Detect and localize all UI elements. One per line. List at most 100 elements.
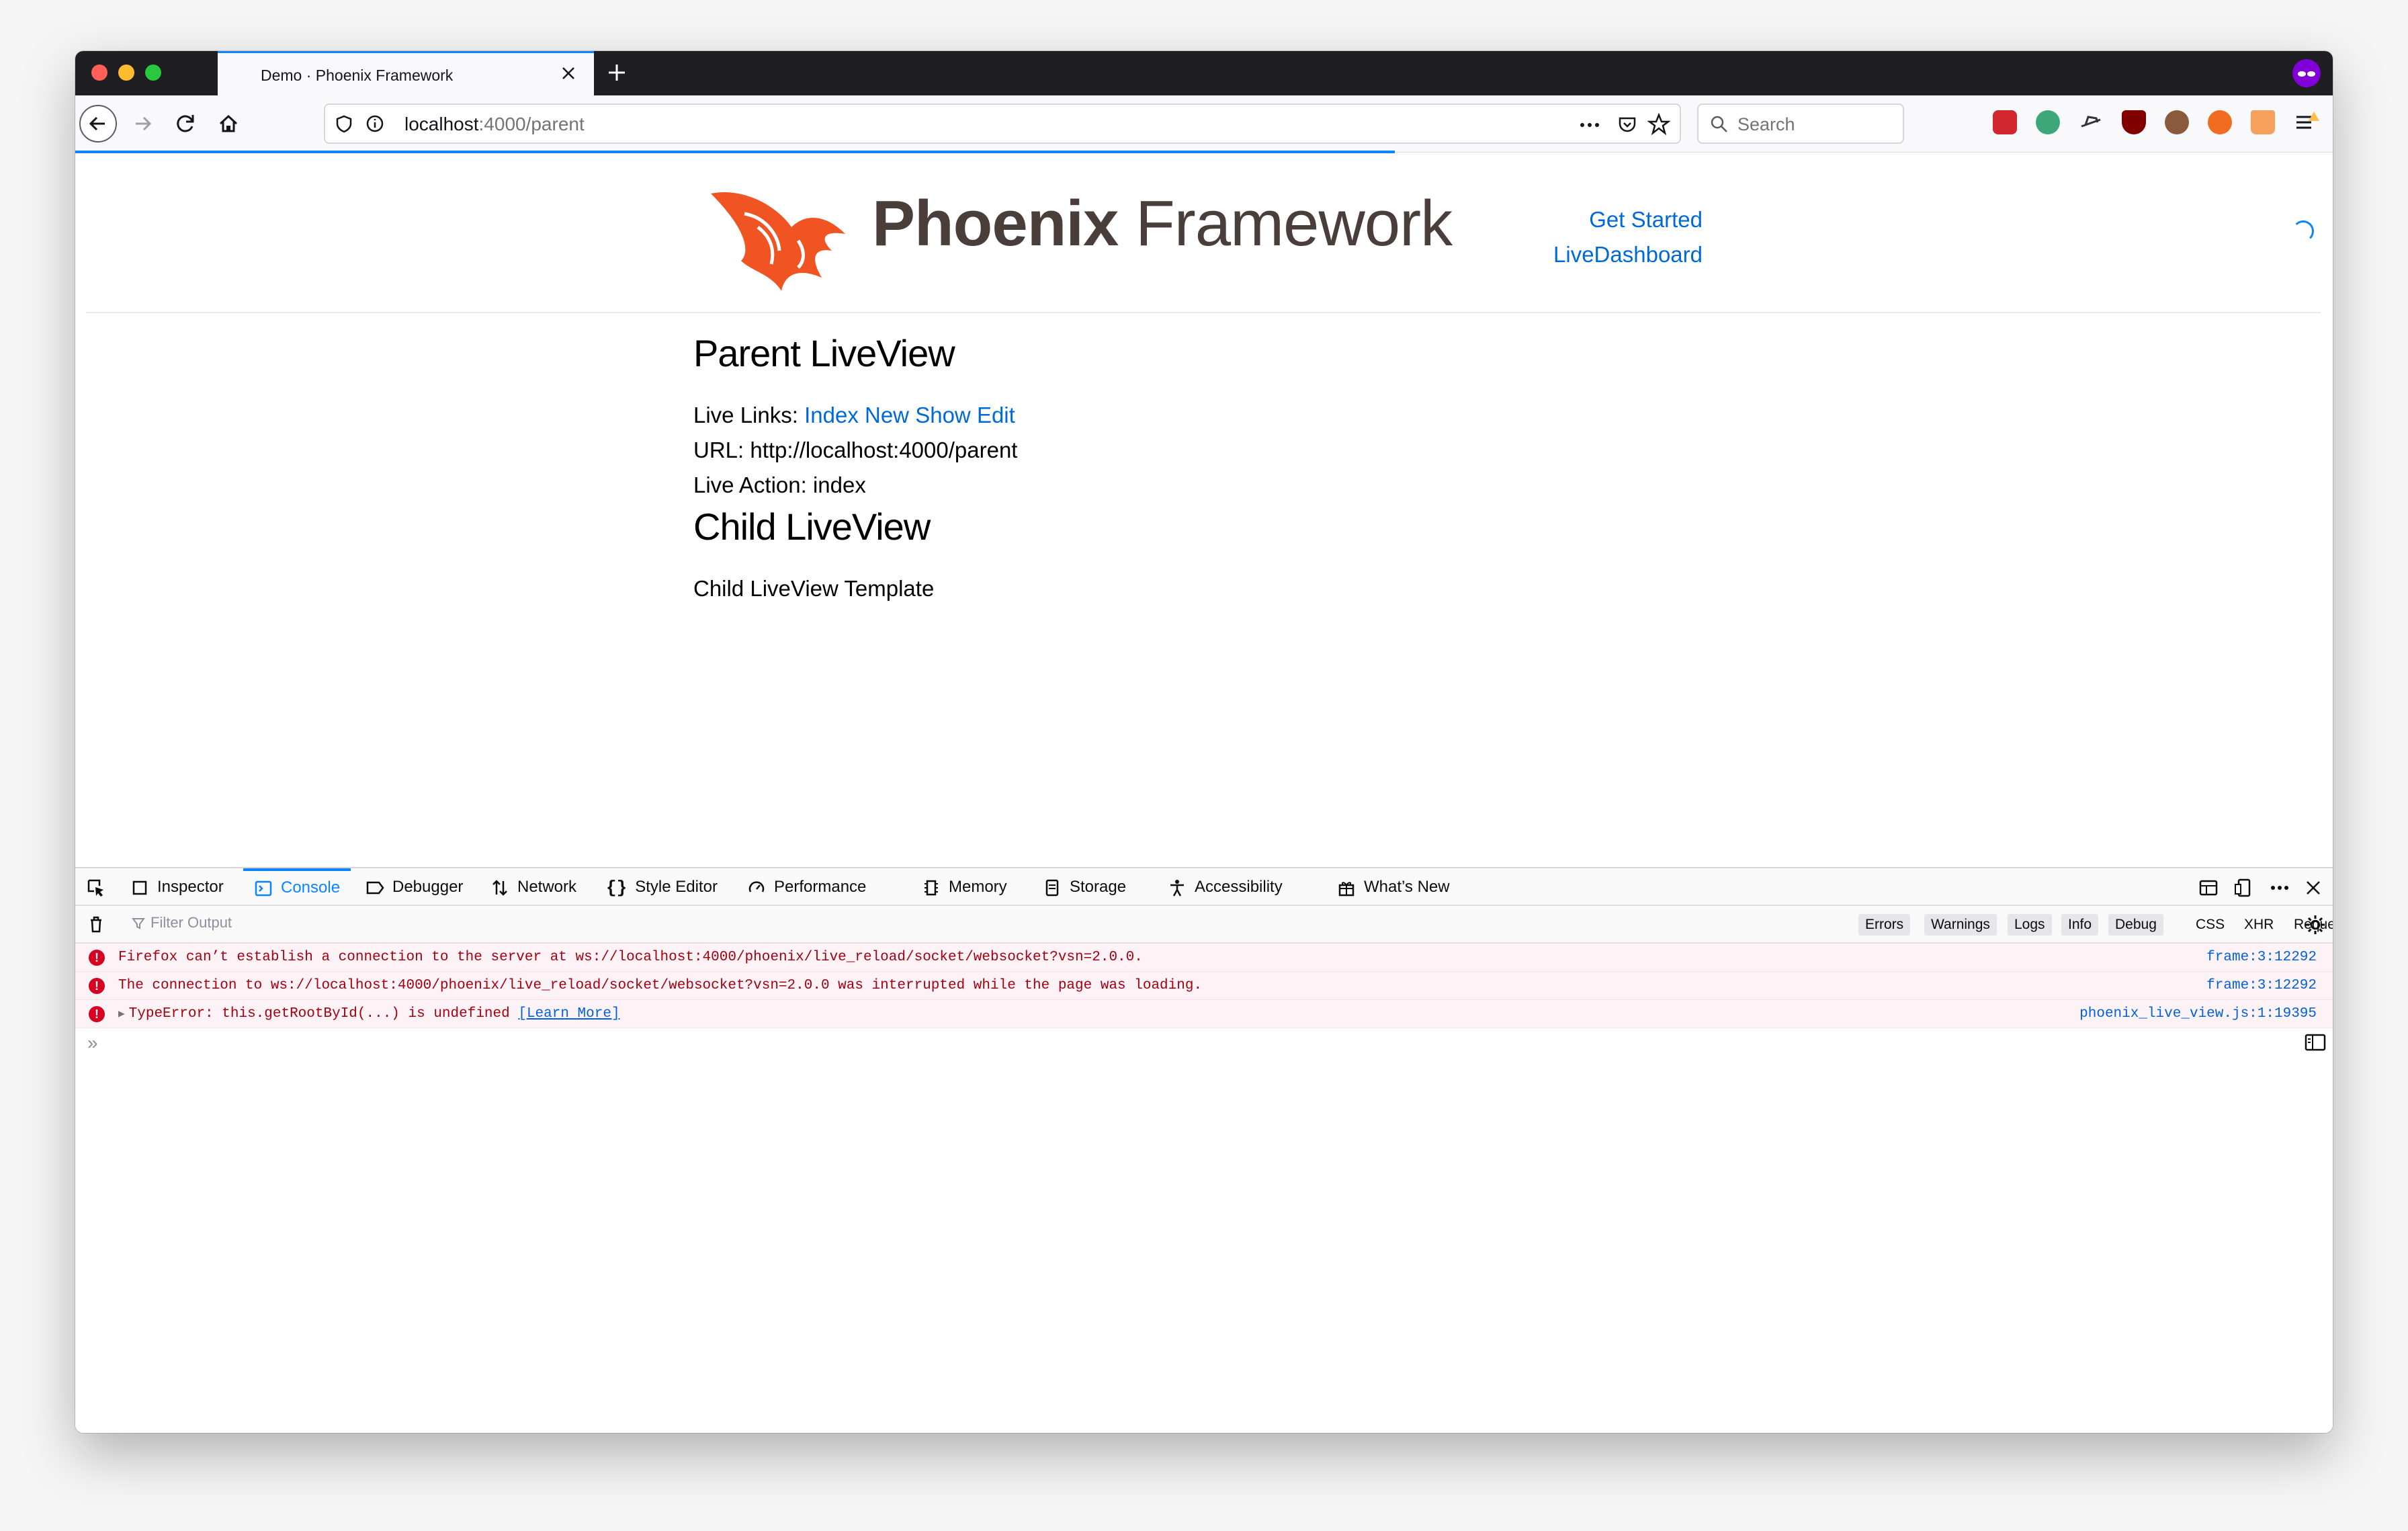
extension-cookie-icon[interactable] — [2165, 110, 2189, 134]
live-action-line: Live Action: index — [693, 472, 866, 497]
zoom-window-button[interactable] — [145, 65, 161, 81]
console-filter-bar: Filter Output Errors Warnings Logs Info … — [75, 906, 2333, 944]
pocket-icon[interactable] — [1617, 114, 1638, 136]
message-source-link[interactable]: phoenix_live_view.js:1:19395 — [2079, 1006, 2317, 1022]
learn-more-link[interactable]: [Learn More] — [518, 1006, 619, 1022]
console-input-prompt[interactable]: » — [87, 1032, 98, 1054]
message-source-link[interactable]: frame:3:12292 — [2206, 950, 2317, 965]
network-icon — [492, 879, 507, 896]
live-links-line: Live Links: Index New Show Edit — [693, 398, 1768, 433]
tracking-shield-icon[interactable] — [335, 114, 353, 133]
tab-style-editor[interactable]: {} Style Editor — [606, 868, 718, 906]
extension-duckduckgo-icon[interactable] — [2208, 110, 2232, 134]
braces-icon: {} — [606, 877, 628, 898]
tab-whats-new[interactable]: What’s New — [1337, 868, 1450, 906]
main-content: Parent LiveView Live Links: Index New Sh… — [693, 329, 1768, 606]
get-started-link[interactable]: Get Started — [1589, 207, 1703, 233]
filter-debug-button[interactable]: Debug — [2108, 914, 2163, 936]
extension-green-icon[interactable] — [2036, 110, 2060, 134]
debugger-icon — [366, 881, 384, 894]
edit-link[interactable]: Edit — [977, 403, 1015, 427]
search-icon — [1711, 116, 1727, 132]
element-picker-icon[interactable] — [86, 878, 106, 898]
extension-lastpass-icon[interactable] — [1993, 110, 2017, 134]
tab-label: Inspector — [157, 878, 224, 896]
filter-css-button[interactable]: CSS — [2196, 914, 2225, 936]
filter-output-input[interactable]: Filter Output — [132, 914, 232, 932]
tab-label: What’s New — [1364, 878, 1450, 896]
error-icon: ! — [89, 978, 105, 994]
child-template-text: Child LiveView Template — [693, 576, 935, 601]
message-source-link[interactable]: frame:3:12292 — [2206, 978, 2317, 993]
tab-label: Style Editor — [635, 878, 718, 896]
filter-warnings-button[interactable]: Warnings — [1924, 914, 1997, 936]
reload-icon — [177, 115, 194, 132]
console-error-message[interactable]: ! ▶ TypeError: this.getRootById(...) is u… — [75, 1000, 2333, 1028]
tab-storage[interactable]: Storage — [1043, 868, 1126, 906]
split-console-icon[interactable] — [2198, 878, 2219, 898]
new-tab-icon[interactable] — [606, 62, 628, 83]
url-text[interactable]: localhost:4000/parent — [404, 114, 585, 135]
tab-network[interactable]: Network — [490, 868, 576, 906]
close-window-button[interactable] — [91, 65, 108, 81]
app-menu-icon[interactable] — [2294, 110, 2321, 134]
tab-memory[interactable]: Memory — [922, 868, 1007, 906]
storage-icon — [1045, 879, 1059, 896]
close-tab-icon[interactable] — [559, 64, 578, 83]
extension-ublock-icon[interactable] — [2122, 110, 2146, 134]
child-liveview-heading: Child LiveView — [693, 505, 931, 548]
tab-label: Memory — [949, 878, 1007, 896]
browser-tab[interactable]: Demo · Phoenix Framework — [218, 51, 594, 95]
more-options-icon[interactable] — [2270, 878, 2290, 898]
message-text: Firefox can’t establish a connection to … — [118, 950, 1143, 965]
console-error-message[interactable]: ! Firefox can’t establish a connection t… — [75, 944, 2333, 972]
message-text: ▶ TypeError: this.getRootById(...) is und… — [118, 1006, 620, 1022]
tab-debugger[interactable]: Debugger — [366, 868, 463, 906]
index-link[interactable]: Index — [804, 403, 859, 427]
filter-errors-button[interactable]: Errors — [1858, 914, 1911, 936]
console-error-message[interactable]: ! The connection to ws://localhost:4000/… — [75, 972, 2333, 1000]
parent-liveview-heading: Parent LiveView — [693, 332, 955, 374]
url-bar[interactable]: localhost:4000/parent — [324, 104, 1681, 144]
expand-triangle-icon[interactable]: ▶ — [118, 1008, 125, 1020]
new-link[interactable]: New — [865, 403, 909, 427]
page-actions-icon[interactable] — [1578, 116, 1602, 134]
filter-logs-button[interactable]: Logs — [2008, 914, 2052, 936]
tab-inspector[interactable]: Inspector — [130, 868, 224, 906]
error-icon: ! — [89, 1006, 105, 1022]
error-icon: ! — [89, 950, 105, 966]
back-arrow-icon — [89, 116, 105, 131]
phoenix-logo-icon — [711, 192, 845, 291]
home-button[interactable] — [210, 105, 247, 142]
site-info-icon[interactable] — [366, 114, 384, 133]
back-button[interactable] — [79, 105, 117, 142]
url-host: localhost — [404, 114, 479, 134]
reload-button[interactable] — [167, 105, 204, 142]
close-devtools-icon[interactable] — [2303, 878, 2323, 898]
browser-window: Demo · Phoenix Framework localhost:4000/… — [75, 51, 2333, 1433]
extension-hat-icon[interactable] — [2079, 110, 2103, 134]
forward-button[interactable] — [124, 105, 161, 142]
responsive-design-icon[interactable] — [2233, 878, 2253, 898]
filter-xhr-button[interactable]: XHR — [2244, 914, 2274, 936]
gift-icon — [1338, 881, 1354, 896]
minimize-window-button[interactable] — [118, 65, 134, 81]
console-settings-gear-icon[interactable] — [2305, 914, 2326, 936]
devtools-toolbar: Inspector Console Debugger Network {} Sty… — [75, 867, 2333, 906]
show-link[interactable]: Show — [915, 403, 971, 427]
editor-mode-toggle-icon[interactable] — [2305, 1034, 2326, 1051]
livedashboard-link[interactable]: LiveDashboard — [1553, 242, 1703, 267]
search-bar[interactable]: Search — [1697, 104, 1904, 144]
clear-console-trash-icon[interactable] — [86, 914, 106, 934]
filter-info-button[interactable]: Info — [2061, 914, 2099, 936]
tab-label: Network — [517, 878, 577, 896]
logo-word-bold: Phoenix — [872, 188, 1119, 259]
extension-trash-icon[interactable] — [2251, 110, 2275, 134]
tab-performance[interactable]: Performance — [747, 868, 866, 906]
home-icon — [219, 114, 238, 132]
bookmark-star-icon[interactable] — [1647, 113, 1670, 136]
tab-console[interactable]: Console — [243, 868, 351, 906]
tab-accessibility[interactable]: Accessibility — [1168, 868, 1283, 906]
navigation-toolbar: localhost:4000/parent Search — [75, 95, 2333, 153]
tab-label: Console — [281, 878, 341, 897]
